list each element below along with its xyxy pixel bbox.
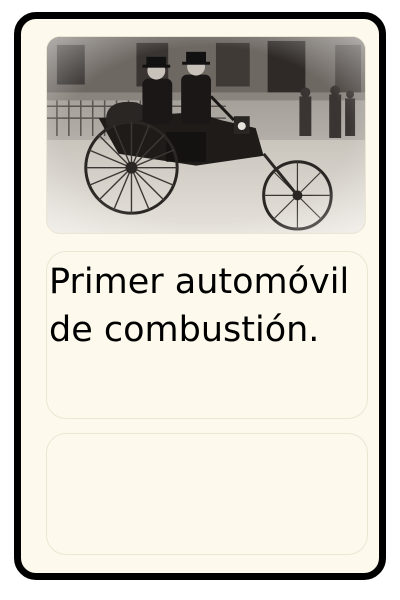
flash-card: Primer automóvil de combustión. [14, 12, 386, 580]
caption-text: Primer automóvil de combustión. [49, 262, 350, 350]
vintage-car-photo [46, 36, 366, 234]
empty-panel [46, 433, 368, 555]
caption-panel: Primer automóvil de combustión. [46, 251, 368, 419]
vintage-car-image [47, 37, 365, 233]
